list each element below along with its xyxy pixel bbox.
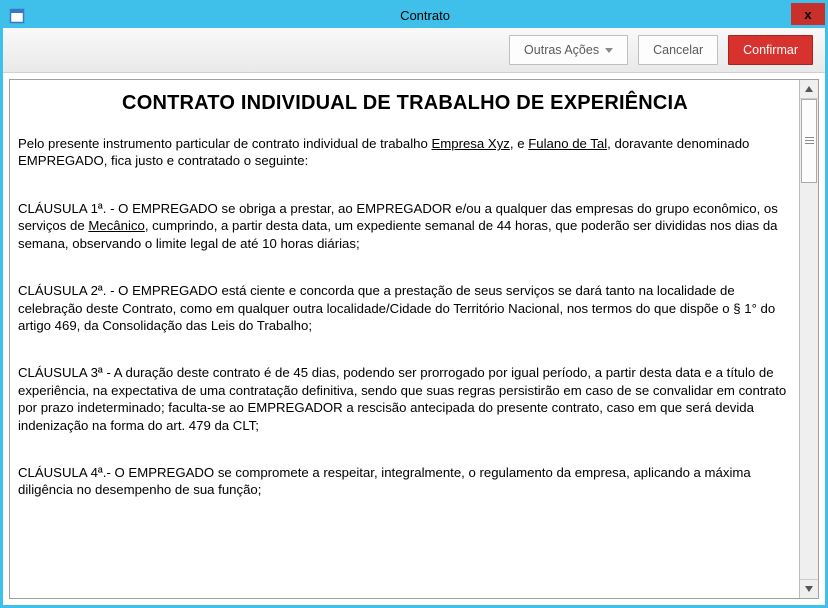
- company-name: Empresa Xyz: [431, 136, 509, 151]
- cancel-button[interactable]: Cancelar: [638, 35, 718, 65]
- scroll-down-button[interactable]: [800, 579, 818, 598]
- confirm-label: Confirmar: [743, 43, 798, 57]
- cancel-label: Cancelar: [653, 43, 703, 57]
- document-body: CONTRATO INDIVIDUAL DE TRABALHO DE EXPER…: [10, 80, 800, 499]
- other-actions-dropdown[interactable]: Outras Ações: [509, 35, 628, 65]
- document-title: CONTRATO INDIVIDUAL DE TRABALHO DE EXPER…: [18, 92, 792, 115]
- document-container: CONTRATO INDIVIDUAL DE TRABALHO DE EXPER…: [9, 79, 819, 599]
- scrollbar-thumb[interactable]: [801, 99, 817, 183]
- document-viewport: CONTRATO INDIVIDUAL DE TRABALHO DE EXPER…: [10, 80, 800, 598]
- confirm-button[interactable]: Confirmar: [728, 35, 813, 65]
- intro-text-a: Pelo presente instrumento particular de …: [18, 136, 431, 151]
- other-actions-label: Outras Ações: [524, 43, 599, 57]
- app-window: Contrato x Outras Ações Cancelar Confirm…: [0, 0, 828, 608]
- close-button[interactable]: x: [791, 3, 825, 25]
- window-title: Contrato: [25, 8, 825, 23]
- scrollbar-track[interactable]: [800, 99, 818, 579]
- clause-1: CLÁUSULA 1ª. - O EMPREGADO se obriga a p…: [18, 200, 792, 252]
- client-area: Outras Ações Cancelar Confirmar CONTRATO…: [3, 28, 825, 605]
- scroll-up-button[interactable]: [800, 80, 818, 99]
- titlebar: Contrato x: [3, 3, 825, 28]
- clause-2: CLÁUSULA 2ª. - O EMPREGADO está ciente e…: [18, 282, 792, 334]
- role-name: Mecânico: [88, 218, 144, 233]
- intro-text-b: , e: [510, 136, 528, 151]
- clause-3: CLÁUSULA 3ª - A duração deste contrato é…: [18, 364, 792, 434]
- employee-name: Fulano de Tal: [528, 136, 607, 151]
- toolbar: Outras Ações Cancelar Confirmar: [3, 28, 825, 73]
- chevron-down-icon: [605, 48, 613, 53]
- app-icon: [9, 8, 25, 24]
- close-icon: x: [804, 7, 811, 22]
- clause-4: CLÁUSULA 4ª.- O EMPREGADO se compromete …: [18, 464, 792, 499]
- intro-paragraph: Pelo presente instrumento particular de …: [18, 135, 792, 170]
- vertical-scrollbar[interactable]: [799, 80, 818, 598]
